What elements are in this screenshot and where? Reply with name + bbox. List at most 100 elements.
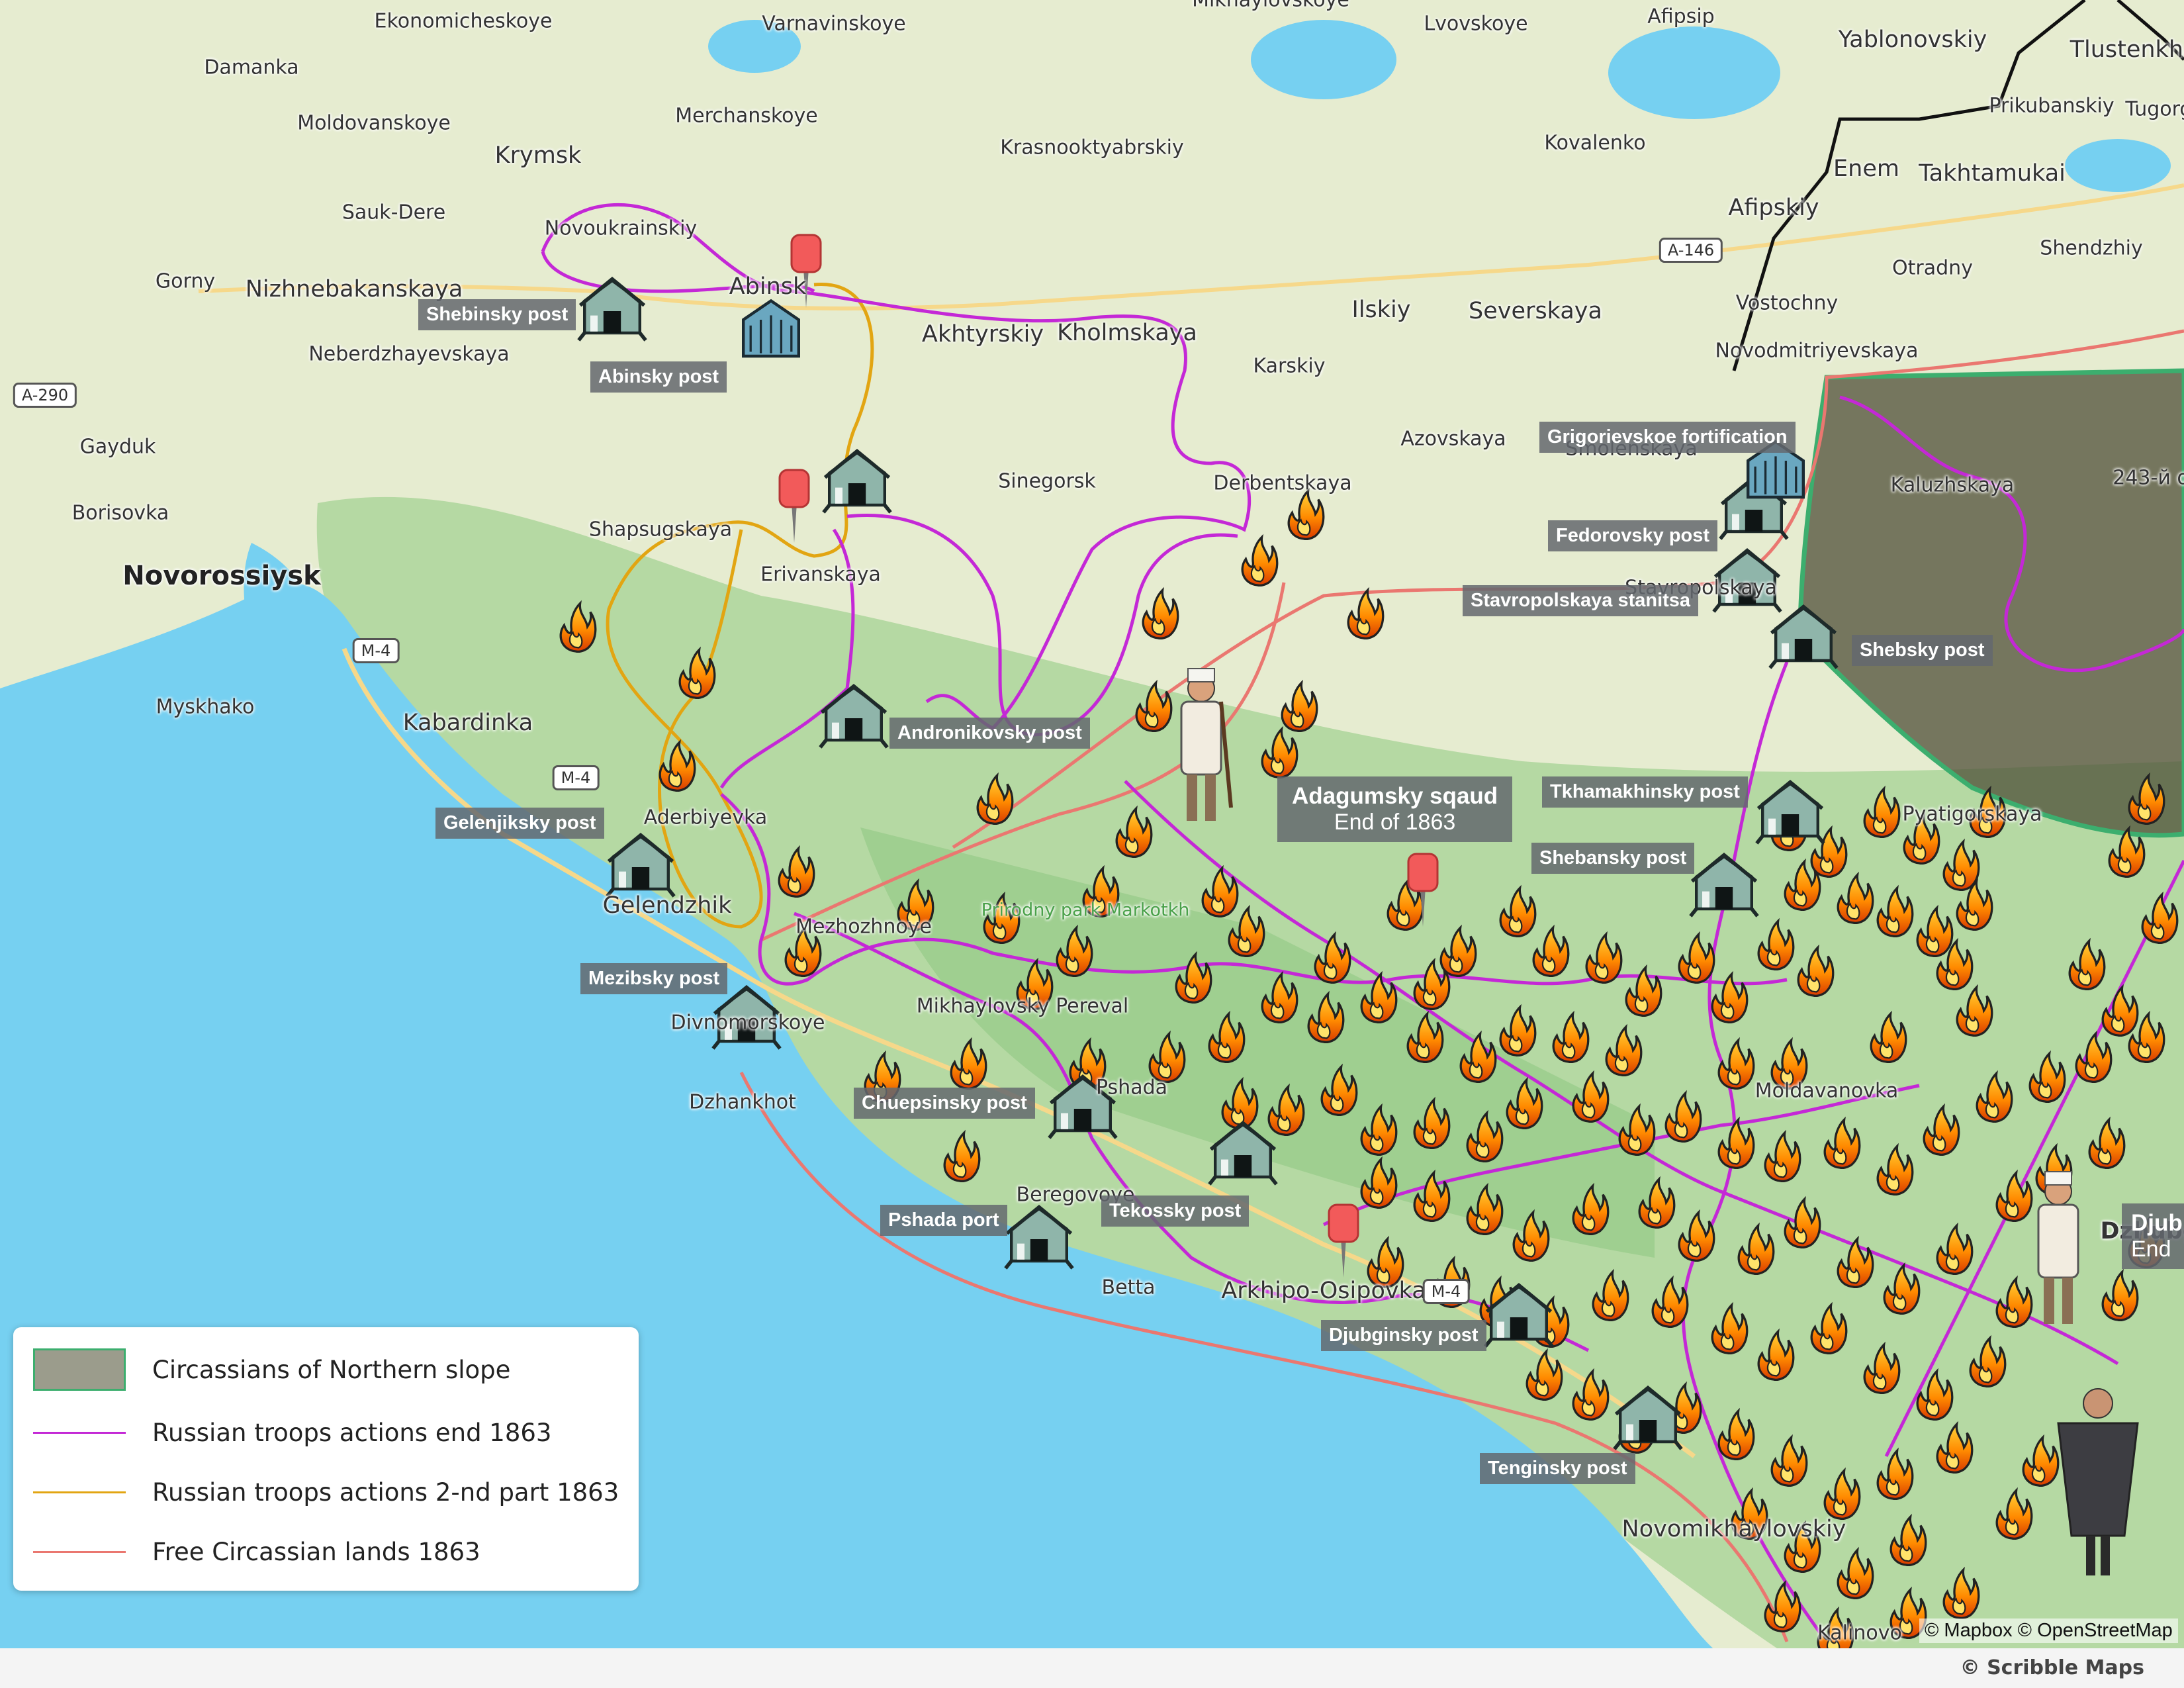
post-label[interactable]: Chuepsinsky post (854, 1088, 1035, 1119)
place-label: Arkhipo-Osipovka (1221, 1278, 1426, 1304)
squad-subtitle: End (2131, 1237, 2171, 1262)
road-shield: A-290 (13, 383, 77, 408)
post-label[interactable]: Andronikovsky post (889, 718, 1090, 749)
place-label: Gorny (155, 269, 216, 293)
place-label: Pyatigorskaya (1902, 802, 2042, 826)
place-label: Enem (1833, 156, 1899, 182)
post-label[interactable]: Tkhamakhinsky post (1542, 776, 1748, 808)
post-label[interactable]: Shebsky post (1852, 635, 1993, 666)
place-label: Erivanskaya (760, 563, 881, 586)
place-label: Myskhako (156, 695, 255, 719)
squad-title: Adagumsky sqaud (1292, 783, 1498, 809)
lake (1608, 26, 1780, 119)
place-label: Gelendzhik (602, 892, 732, 919)
place-label: Yablonovskiy (1838, 26, 1987, 53)
place-label: Kalinovo (1817, 1621, 1902, 1645)
post-label[interactable]: Stavropolskaya stanitsa (1463, 585, 1699, 616)
place-label: Moldovanskoye (297, 111, 451, 135)
squad-title: Djub (2131, 1210, 2183, 1236)
place-label: Aderbiyevka (643, 806, 768, 829)
road-shield: M-4 (352, 638, 400, 663)
post-label[interactable]: Gelenjiksky post (435, 808, 604, 839)
place-label: Borisovka (71, 501, 169, 525)
place-label: Novorossiysk (122, 561, 321, 591)
map-legend: Circassians of Northern slope Russian tr… (13, 1327, 639, 1591)
place-label: Lvovskoye (1424, 12, 1528, 36)
place-label: Ekonomicheskoye (374, 9, 553, 33)
place-label: Shapsugskaya (588, 518, 733, 541)
lake (2065, 139, 2171, 192)
post-label[interactable]: Shebansky post (1531, 843, 1695, 874)
place-label: Tugorgoy (2125, 97, 2184, 121)
legend-item: Free Circassian lands 1863 (33, 1538, 480, 1566)
squad-subtitle: End of 1863 (1334, 810, 1456, 835)
place-label: Krymsk (494, 142, 582, 169)
legend-line-swatch (33, 1432, 126, 1434)
squad-label[interactable]: Djub End (2122, 1203, 2184, 1269)
legend-line-swatch (33, 1551, 126, 1553)
road-shield: M-4 (1422, 1279, 1470, 1304)
map-attribution[interactable]: © Mapbox © OpenStreetMap (1919, 1618, 2178, 1643)
place-label: Kovalenko (1544, 131, 1646, 155)
legend-item: Circassians of Northern slope (33, 1348, 510, 1391)
place-label: Tlustenkhabl (2070, 36, 2184, 63)
brand-credit[interactable]: © Scribble Maps (1960, 1656, 2144, 1679)
squad-label[interactable]: Adagumsky sqaud End of 1863 (1277, 776, 1513, 842)
place-label: Azovskaya (1400, 427, 1506, 451)
place-label: Kholmskaya (1057, 320, 1197, 346)
place-label: Moldavanovka (1754, 1079, 1899, 1103)
place-label: Divnomorskoye (670, 1011, 825, 1035)
legend-label: Circassians of Northern slope (152, 1355, 511, 1384)
place-label: 243-й о (2113, 466, 2184, 490)
footer-bar: © Scribble Maps (0, 1648, 2184, 1688)
place-label: Merchanskoye (675, 104, 818, 128)
place-label: Neberdzhayevskaya (308, 342, 510, 366)
place-label: Kabardinka (402, 710, 533, 736)
lake (1251, 20, 1396, 99)
place-label: Ilskiy (1351, 297, 1411, 323)
place-label: Krasnooktyabrskiy (1000, 136, 1184, 160)
place-label: Mikhaylovskoye (1192, 0, 1349, 12)
place-label: Novoukrainskiy (544, 216, 698, 240)
post-label[interactable]: Tekossky post (1101, 1196, 1250, 1227)
place-label: Mikhaylovsky Pereval (916, 994, 1129, 1018)
post-label[interactable]: Djubginsky post (1321, 1320, 1486, 1351)
place-label: Dzhankhot (689, 1090, 796, 1114)
place-label: Abinsk (729, 273, 807, 300)
place-label: Afipsip (1647, 5, 1715, 28)
legend-label: Russian troops actions 2-nd part 1863 (152, 1478, 619, 1507)
place-label: Damanka (204, 56, 299, 79)
legend-item: Russian troops actions end 1863 (33, 1419, 551, 1447)
place-label: Prikubanskiy (1989, 94, 2115, 118)
post-label[interactable]: Tenginsky post (1480, 1453, 1635, 1484)
post-label[interactable]: Fedorovsky post (1548, 520, 1718, 551)
post-label[interactable]: Pshada port (880, 1205, 1007, 1236)
place-label: Vostochny (1735, 291, 1839, 315)
place-label: Otradny (1892, 256, 1973, 280)
place-label: Gayduk (79, 435, 156, 459)
place-label: Sinegorsk (998, 469, 1096, 493)
post-label[interactable]: Grigorievskoe fortification (1539, 422, 1796, 453)
place-label: Prirodny park Markotkh (981, 900, 1190, 921)
place-label: Karskiy (1253, 354, 1326, 378)
place-label: Severskaya (1469, 298, 1602, 324)
legend-area-swatch (33, 1348, 126, 1391)
place-label: Varnavinskoye (762, 12, 906, 36)
place-label: Akhtyrskiy (921, 321, 1044, 348)
place-label: Pshada (1095, 1076, 1168, 1100)
place-label: Takhtamukai (1919, 160, 2066, 187)
post-label[interactable]: Mezibsky post (580, 963, 728, 994)
place-label: Novodmitriyevskaya (1715, 339, 1919, 363)
post-label[interactable]: Abinsky post (590, 361, 727, 393)
place-label: Mezhozhnoye (796, 915, 932, 939)
legend-line-swatch (33, 1491, 126, 1493)
road-shield: A-146 (1659, 238, 1723, 263)
legend-label: Russian troops actions end 1863 (152, 1419, 552, 1447)
place-label: Nizhnebakanskaya (245, 276, 463, 303)
post-label[interactable]: Shebinsky post (418, 299, 576, 330)
legend-item: Russian troops actions 2-nd part 1863 (33, 1478, 619, 1507)
place-label: Sauk-Dere (341, 201, 446, 224)
road-shield: M-4 (552, 765, 600, 790)
place-label: Derbentskaya (1213, 471, 1352, 495)
place-label: Shendzhiy (2040, 236, 2143, 260)
